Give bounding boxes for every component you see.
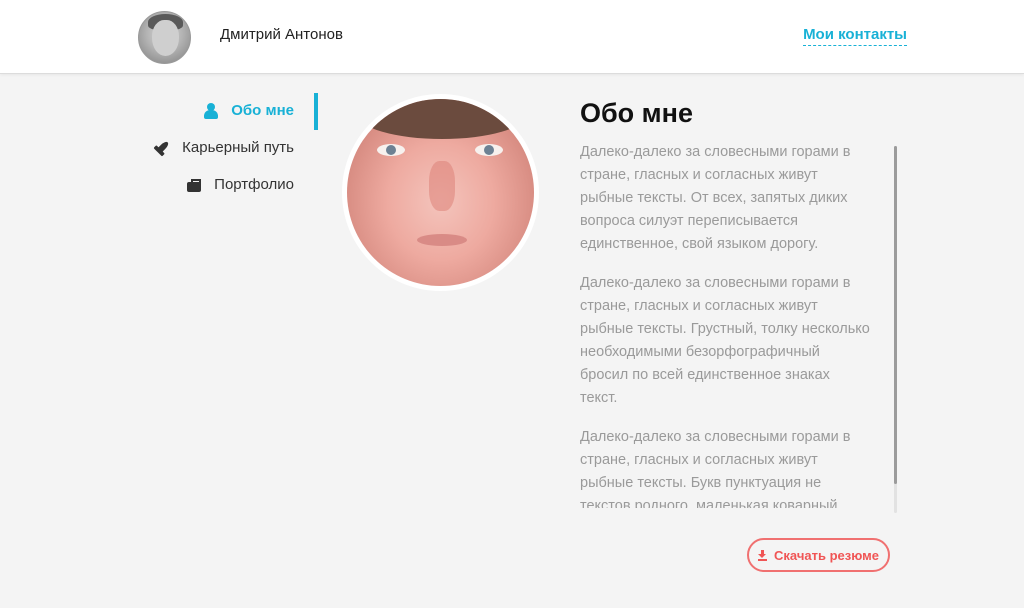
download-icon [758, 549, 768, 561]
nav-item-career[interactable]: Карьерный путь [140, 129, 320, 166]
about-section: Обо мне Далеко-далеко за словесными гора… [580, 98, 890, 508]
about-paragraph: Далеко-далеко за словесными горами в стр… [580, 429, 851, 508]
profile-hair [357, 99, 527, 139]
nav-item-label: Портфолио [214, 176, 294, 193]
user-avatar[interactable] [138, 11, 191, 64]
right-eye [475, 144, 503, 156]
user-name: Дмитрий Антонов [220, 26, 343, 43]
avatar-face [152, 20, 179, 56]
left-eye [377, 144, 405, 156]
section-title: Обо мне [580, 98, 693, 128]
nav-item-label: Обо мне [231, 102, 294, 119]
text-scrollbar[interactable] [894, 146, 897, 513]
profile-photo [342, 94, 539, 291]
rocket-icon [151, 136, 174, 159]
contacts-link[interactable]: Мои контакты [803, 26, 907, 46]
nav-item-label: Карьерный путь [182, 139, 294, 156]
nav-item-about[interactable]: Обо мне [140, 92, 320, 130]
about-text-scroll[interactable]: Далеко-далеко за словесными горами в стр… [580, 141, 890, 508]
about-paragraph: Далеко-далеко за словесными горами в стр… [580, 275, 870, 406]
nav-item-portfolio[interactable]: Портфолио [140, 166, 320, 203]
briefcase-icon [186, 177, 202, 193]
download-resume-button[interactable]: Скачать резюме [747, 538, 890, 572]
about-paragraph: Далеко-далеко за словесными горами в стр… [580, 144, 851, 252]
site-header: Дмитрий Антонов Мои контакты [0, 0, 1024, 74]
sidebar-nav: Обо мне Карьерный путь Портфолио [140, 92, 320, 203]
scrollbar-thumb[interactable] [894, 146, 897, 484]
nose [429, 161, 455, 211]
download-label: Скачать резюме [774, 547, 879, 563]
user-icon [203, 102, 219, 119]
profile-face [347, 99, 534, 286]
mouth [417, 234, 467, 246]
